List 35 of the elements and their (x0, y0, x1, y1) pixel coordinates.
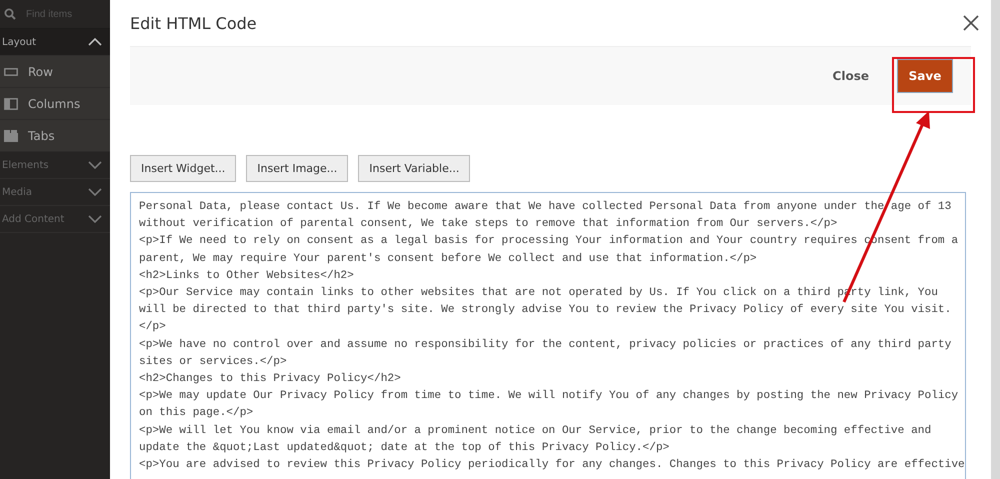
code-line: on this page.</p> (139, 406, 254, 422)
caret-icon (88, 215, 102, 223)
sidebar-item[interactable]: Row (0, 56, 110, 88)
code-line: </p> (139, 320, 167, 336)
code-line: <p>We may update Our Privacy Policy from time to time. We will notify You of any changes by posting the new Privacy Policy (139, 388, 960, 404)
caret-icon (88, 38, 102, 46)
close-icon[interactable] (963, 15, 979, 31)
code-line: <h2>Links to Other Websites</h2> (139, 268, 355, 284)
sidebar-item[interactable]: Columns (0, 88, 110, 120)
insert-button[interactable]: Insert Variable... (358, 155, 470, 182)
code-line: Personal Data, please contact Us. If We become aware that We have collected Personal Data from anyone under the age of 13 (139, 200, 952, 215)
modal-title: Edit HTML Code (130, 14, 257, 32)
code-line: will be directed to that third party's site. We strongly advise You to review the Privacy Policy of every site You visit. (139, 302, 952, 318)
caret-icon (88, 188, 102, 196)
code-line: without verification of parental consent, We take steps to remove that information from Our servers.</p> (139, 216, 838, 232)
insert-button[interactable]: Insert Image... (246, 155, 348, 182)
row-icon (4, 66, 18, 76)
code-line: <p>We will let You know via email and/or a prominent notice on Our Service, prior to the change becoming effective and (139, 424, 932, 439)
columns-icon (4, 98, 18, 110)
caret-icon (88, 161, 102, 169)
section-header[interactable]: Layout (0, 29, 110, 56)
code-line: sites or services.</p> (139, 354, 288, 370)
tabs-icon (4, 130, 18, 142)
sidebar-item[interactable]: Tabs (0, 120, 110, 152)
code-line: <p>We have no control over and assume no responsibility for the content, privacy policies or practices of any third party (139, 338, 952, 353)
code-line: <h2>Changes to this Privacy Policy</h2> (139, 372, 402, 388)
code-line: update the &quot;Last updated&quot; date at the top of this Privacy Policy.</p> (139, 440, 670, 456)
code-line: parent, We may require Your parent's consent before We collect and use that information.</p> (139, 252, 758, 267)
page-scrollbar[interactable] (991, 0, 1000, 479)
code-line: <p>You are advised to review this Privacy Policy periodically for any changes. Changes to this Privacy Policy are effective (139, 458, 965, 474)
close-button[interactable]: Close (826, 68, 875, 84)
insert-button[interactable]: Insert Widget... (130, 155, 236, 182)
save-button[interactable]: Save (897, 59, 953, 93)
search-icon (4, 8, 16, 20)
code-editor[interactable] (130, 192, 966, 479)
